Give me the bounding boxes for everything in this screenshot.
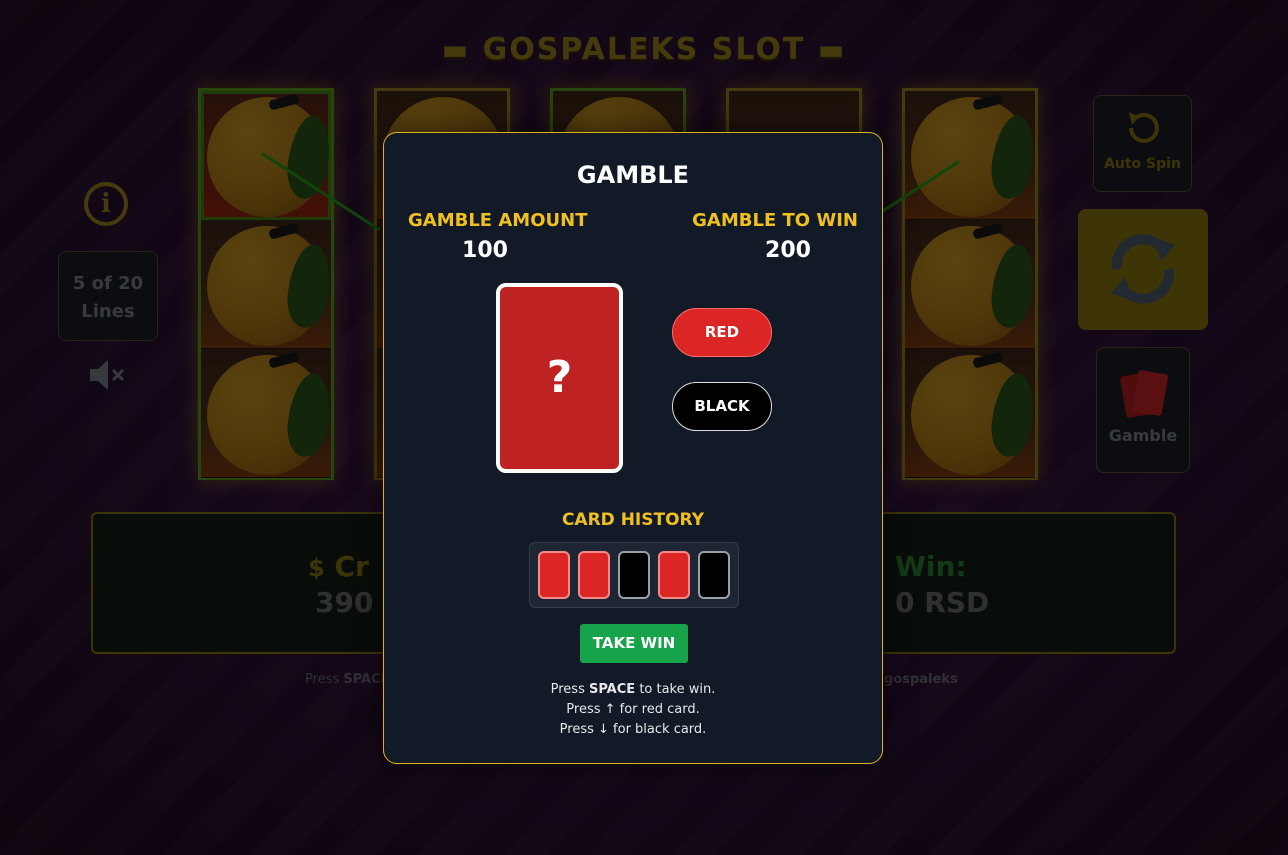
gamble-amount-label: GAMBLE AMOUNT xyxy=(408,210,588,231)
mystery-card: ? xyxy=(496,283,623,473)
history-card-red xyxy=(578,551,610,599)
gamble-to-win-label: GAMBLE TO WIN xyxy=(692,210,858,231)
history-card-red xyxy=(658,551,690,599)
history-card-black xyxy=(618,551,650,599)
history-card-black xyxy=(698,551,730,599)
gamble-amount-value: 100 xyxy=(462,238,508,263)
card-history-label: CARD HISTORY xyxy=(561,510,705,530)
history-card-red xyxy=(538,551,570,599)
red-button[interactable]: RED xyxy=(672,308,772,357)
black-button[interactable]: BLACK xyxy=(672,382,772,431)
gamble-modal: GAMBLE GAMBLE AMOUNT 100 GAMBLE TO WIN 2… xyxy=(383,132,883,764)
instruction-space: Press SPACE to take win. xyxy=(550,682,716,697)
card-history xyxy=(529,542,739,608)
take-win-button[interactable]: TAKE WIN xyxy=(580,624,688,663)
instruction-down: Press ↓ for black card. xyxy=(559,722,707,737)
instruction-up: Press ↑ for red card. xyxy=(566,702,700,717)
gamble-to-win-value: 200 xyxy=(765,238,811,263)
modal-title: GAMBLE xyxy=(576,161,690,189)
